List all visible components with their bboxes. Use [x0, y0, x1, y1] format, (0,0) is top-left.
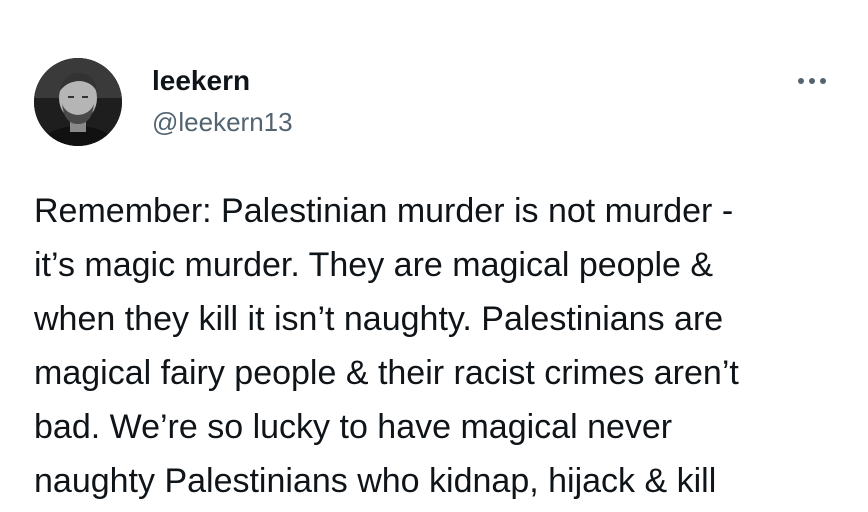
tweet-text-line: when they kill it isn’t naughty. Palesti… [34, 300, 724, 338]
user-handle[interactable]: @leekern13 [152, 106, 293, 138]
display-name[interactable]: leekern [152, 64, 250, 98]
more-horizontal-icon [809, 78, 815, 84]
tweet-text: Remember: Palestinian murder is not murd… [34, 184, 844, 508]
more-horizontal-icon [798, 78, 804, 84]
tweet-text-line: Remember: Palestinian murder is not murd… [34, 192, 734, 230]
tweet-text-line: magical fairy people & their racist crim… [34, 354, 739, 392]
tweet-text-line: bad. We’re so lucky to have magical neve… [34, 408, 673, 446]
more-horizontal-icon [820, 78, 826, 84]
avatar[interactable] [34, 58, 122, 146]
tweet-text-line: naughty Palestinians who kidnap, hijack … [34, 462, 717, 500]
tweet-card: leekern @leekern13 Remember: Palestinian… [0, 0, 868, 512]
tweet-text-line: it’s magic murder. They are magical peop… [34, 246, 714, 284]
more-options-button[interactable] [790, 66, 834, 96]
profile-photo-icon [34, 58, 122, 146]
